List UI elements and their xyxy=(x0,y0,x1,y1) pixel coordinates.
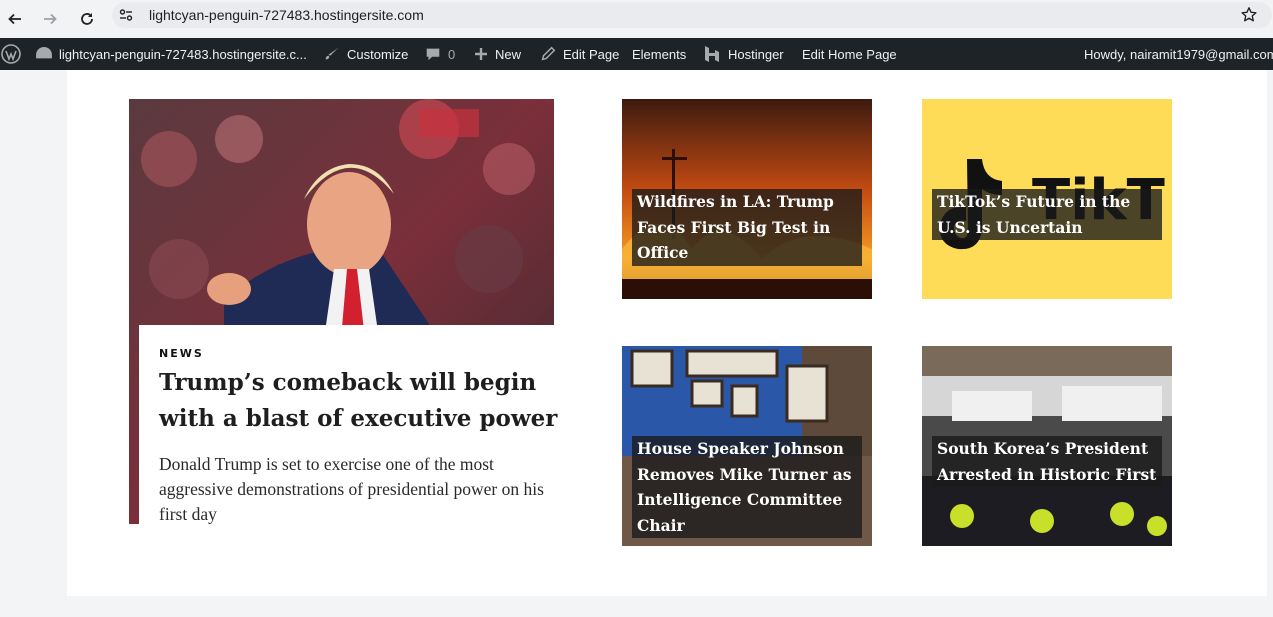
url-text[interactable]: lightcyan-penguin-727483.hostingersite.c… xyxy=(149,7,424,23)
site-name-menu[interactable]: lightcyan-penguin-727483.hostingersite.c… xyxy=(35,38,307,70)
customize-label: Customize xyxy=(347,46,409,62)
back-arrow-icon[interactable] xyxy=(2,6,28,32)
dashboard-icon xyxy=(36,46,52,59)
elements-link[interactable]: Elements xyxy=(632,38,686,70)
post-card-title[interactable]: South Korea’s President Arrested in Hist… xyxy=(932,436,1162,487)
edit-page-link[interactable]: Edit Page xyxy=(539,38,619,70)
new-content-menu[interactable]: New xyxy=(473,38,521,70)
hostinger-logo-icon xyxy=(705,46,719,62)
post-card[interactable]: TikT TikTok’s Future in the U.S. is Unce… xyxy=(922,99,1172,299)
comments-link[interactable]: 0 xyxy=(424,38,455,70)
featured-post-excerpt: Donald Trump is set to exercise one of t… xyxy=(159,454,544,524)
post-card-title[interactable]: TikTok’s Future in the U.S. is Uncertain xyxy=(932,189,1162,240)
comments-count: 0 xyxy=(448,46,456,62)
new-label: New xyxy=(495,46,522,62)
customize-link[interactable]: Customize xyxy=(323,38,408,70)
wp-admin-bar: lightcyan-penguin-727483.hostingersite.c… xyxy=(0,38,1273,70)
paintbrush-icon xyxy=(325,47,339,60)
wordpress-logo-icon[interactable] xyxy=(0,38,21,70)
address-bar[interactable]: lightcyan-penguin-727483.hostingersite.c… xyxy=(112,2,1272,28)
featured-post-title[interactable]: Trump’s comeback will begin with a blast… xyxy=(159,365,559,437)
edit-home-page-link[interactable]: Edit Home Page xyxy=(802,38,897,70)
browser-toolbar: lightcyan-penguin-727483.hostingersite.c… xyxy=(0,0,1273,39)
post-card[interactable]: House Speaker Johnson Removes Mike Turne… xyxy=(622,346,872,546)
site-name-label: lightcyan-penguin-727483.hostingersite.c… xyxy=(59,46,307,62)
post-card[interactable]: South Korea’s President Arrested in Hist… xyxy=(922,346,1172,546)
reload-icon[interactable] xyxy=(74,6,100,32)
comment-bubble-icon xyxy=(426,48,440,61)
hostinger-link[interactable]: Hostinger xyxy=(702,38,784,70)
plus-icon xyxy=(475,48,487,60)
site-settings-icon[interactable] xyxy=(118,7,134,23)
howdy-label: Howdy, nairamit1979@gmail.com xyxy=(1084,46,1273,62)
edit-home-page-label: Edit Home Page xyxy=(802,46,897,62)
account-menu[interactable]: Howdy, nairamit1979@gmail.com xyxy=(1084,38,1273,70)
post-card[interactable]: Wildfires in LA: Trump Faces First Big T… xyxy=(622,99,872,299)
edit-page-label: Edit Page xyxy=(563,46,620,62)
hostinger-label: Hostinger xyxy=(728,46,784,62)
star-icon[interactable] xyxy=(1240,6,1258,24)
post-card-title[interactable]: Wildfires in LA: Trump Faces First Big T… xyxy=(632,189,862,266)
post-card-title[interactable]: House Speaker Johnson Removes Mike Turne… xyxy=(632,436,862,538)
pencil-icon xyxy=(541,46,556,61)
elements-label: Elements xyxy=(632,46,687,62)
news-grid-section: NEWS Trump’s comeback will begin with a … xyxy=(67,70,1267,596)
featured-post-card: NEWS Trump’s comeback will begin with a … xyxy=(139,325,564,535)
forward-arrow-icon[interactable] xyxy=(37,6,63,32)
featured-category[interactable]: NEWS xyxy=(159,347,204,360)
